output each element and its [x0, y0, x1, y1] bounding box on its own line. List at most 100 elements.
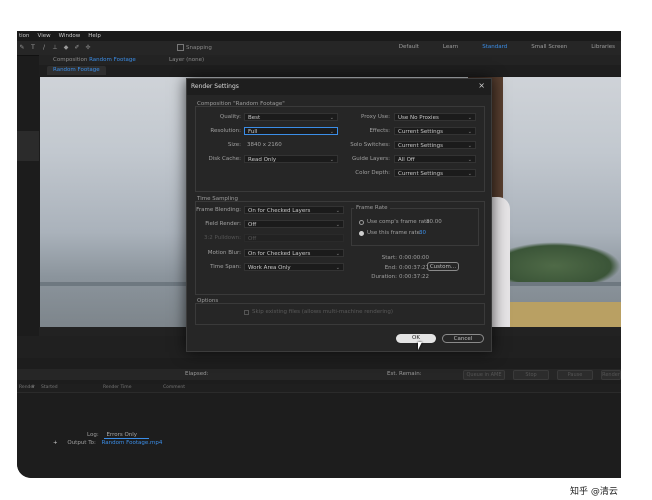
use-comp-rate-radio[interactable] [359, 220, 364, 225]
viewer-sand [510, 302, 621, 327]
frame-rate-title: Frame Rate [354, 205, 390, 211]
column-started[interactable]: Started [41, 385, 58, 390]
workspace-small-screen[interactable]: Small Screen [531, 44, 567, 50]
quality-dropdown[interactable]: Best ⌄ [244, 113, 338, 121]
log-dropdown[interactable]: Errors Only [104, 432, 150, 439]
solo-switches-label: Solo Switches: [350, 142, 390, 148]
start-value: 0:00:00:00 [399, 255, 430, 261]
custom-time-span-button[interactable]: Custom... [427, 262, 459, 271]
column-number[interactable]: # [31, 385, 35, 390]
frame-blending-label: Frame Blending: [196, 207, 241, 213]
size-label: Size: [227, 142, 241, 148]
end-label: End: [384, 265, 397, 271]
this-rate-field[interactable]: 30 [419, 230, 426, 236]
use-this-rate-label: Use this frame rate: [367, 230, 422, 236]
skip-existing-label: Skip existing files (allows multi-machin… [252, 309, 394, 315]
text-tool-icon[interactable]: T [30, 44, 36, 51]
render-button[interactable]: Render [601, 370, 621, 380]
pen-tool-icon[interactable]: ✎ [19, 44, 25, 51]
menu-item-window[interactable]: Window [59, 33, 81, 39]
menu-item-view[interactable]: View [38, 33, 51, 39]
solo-switches-value: Current Settings [398, 143, 443, 149]
layer-panel-title[interactable]: Layer (none) [169, 57, 204, 63]
proxy-use-dropdown[interactable]: Use No Proxies ⌄ [394, 113, 476, 121]
eraser-tool-icon[interactable]: ◆ [63, 44, 69, 51]
snapping-toggle[interactable]: Snapping [177, 44, 212, 51]
resolution-dropdown[interactable]: Full ⌄ [244, 127, 338, 135]
frame-blending-dropdown[interactable]: On for Checked Layers ⌄ [244, 206, 344, 214]
duration-label: Duration: [371, 274, 397, 280]
project-panel-strip [17, 131, 39, 161]
snapping-label: Snapping [186, 45, 212, 51]
disk-cache-value: Read Only [248, 157, 277, 163]
render-settings-dialog: Render Settings × Composition "Random Fo… [186, 78, 492, 352]
guide-layers-dropdown[interactable]: All Off ⌄ [394, 155, 476, 163]
pause-button[interactable]: Pause [557, 370, 593, 380]
close-icon[interactable]: × [478, 81, 485, 90]
time-span-dropdown[interactable]: Work Area Only ⌄ [244, 263, 344, 271]
dialog-title: Render Settings [191, 83, 239, 90]
motion-blur-label: Motion Blur: [207, 250, 241, 256]
color-depth-label: Color Depth: [355, 170, 390, 176]
ok-button[interactable]: OK [396, 334, 436, 343]
use-comp-rate-label: Use comp's frame rate [367, 219, 430, 225]
queue-in-ame-button[interactable]: Queue in AME [463, 370, 505, 380]
menu-item-help[interactable]: Help [88, 33, 101, 39]
quality-value: Best [248, 115, 261, 121]
workspace-libraries[interactable]: Libraries [591, 44, 615, 50]
workspace-learn[interactable]: Learn [443, 44, 458, 50]
effects-label: Effects: [369, 128, 390, 134]
add-output-icon[interactable]: + [53, 440, 58, 446]
column-comment[interactable]: Comment [163, 385, 185, 390]
use-this-rate-radio[interactable] [359, 231, 364, 236]
field-render-dropdown[interactable]: Off ⌄ [244, 220, 344, 228]
motion-blur-dropdown[interactable]: On for Checked Layers ⌄ [244, 249, 344, 257]
log-label: Log: [87, 432, 99, 438]
cancel-button[interactable]: Cancel [442, 334, 484, 343]
est-remain-label: Est. Remain: [387, 371, 422, 377]
composition-tab[interactable]: Random Footage [47, 66, 106, 75]
field-render-value: Off [248, 222, 257, 228]
resolution-label: Resolution: [210, 128, 241, 134]
effects-dropdown[interactable]: Current Settings ⌄ [394, 127, 476, 135]
puppet-tool-icon[interactable]: ✢ [85, 44, 91, 51]
stamp-tool-icon[interactable]: ⊥ [52, 44, 58, 51]
elapsed-label: Elapsed: [185, 371, 209, 377]
time-span-label: Time Span: [210, 264, 241, 270]
composition-tab-row: Random Footage [39, 65, 621, 76]
output-to-label: Output To: [67, 440, 96, 446]
pulldown-dropdown: Off [244, 234, 344, 242]
brush-tool-icon[interactable]: / [41, 44, 47, 51]
end-value: 0:00:37:21 [399, 265, 430, 271]
solo-switches-dropdown[interactable]: Current Settings ⌄ [394, 141, 476, 149]
mouse-cursor-icon [418, 342, 422, 350]
pulldown-value: Off [248, 236, 257, 242]
column-render-time[interactable]: Render Time [103, 385, 131, 390]
chevron-down-icon: ⌄ [467, 115, 472, 121]
start-label: Start: [381, 255, 397, 261]
disk-cache-dropdown[interactable]: Read Only ⌄ [244, 155, 338, 163]
chevron-down-icon: ⌄ [467, 143, 472, 149]
workspace-standard[interactable]: Standard [482, 44, 507, 50]
watermark: 知乎 @清云 [570, 487, 618, 497]
comp-rate-value: 30.00 [426, 219, 442, 225]
skip-existing-checkbox[interactable] [244, 310, 249, 315]
frame-blending-value: On for Checked Layers [248, 208, 311, 214]
output-file-link[interactable]: Random Footage.mp4 [102, 440, 163, 446]
size-value: 3840 x 2160 [247, 142, 282, 148]
workspace-default[interactable]: Default [399, 44, 419, 50]
color-depth-dropdown[interactable]: Current Settings ⌄ [394, 169, 476, 177]
pulldown-label: 3:2 Pulldown: [203, 235, 241, 241]
composition-panel-title[interactable]: Composition Random Footage [53, 57, 136, 63]
menu-item-animation[interactable]: tion [19, 33, 30, 39]
stop-button[interactable]: Stop [513, 370, 549, 380]
menu-bar: tion View Window Help [17, 31, 621, 41]
chevron-down-icon: ⌄ [335, 208, 340, 214]
proxy-use-label: Proxy Use: [361, 114, 390, 120]
render-queue-status-bar: Elapsed: Est. Remain: Queue in AME Stop … [17, 369, 621, 380]
roto-tool-icon[interactable]: ✐ [74, 44, 80, 51]
snapping-checkbox-icon[interactable] [177, 44, 184, 51]
motion-blur-value: On for Checked Layers [248, 251, 311, 257]
time-span-value: Work Area Only [248, 265, 291, 271]
effects-value: Current Settings [398, 129, 443, 135]
